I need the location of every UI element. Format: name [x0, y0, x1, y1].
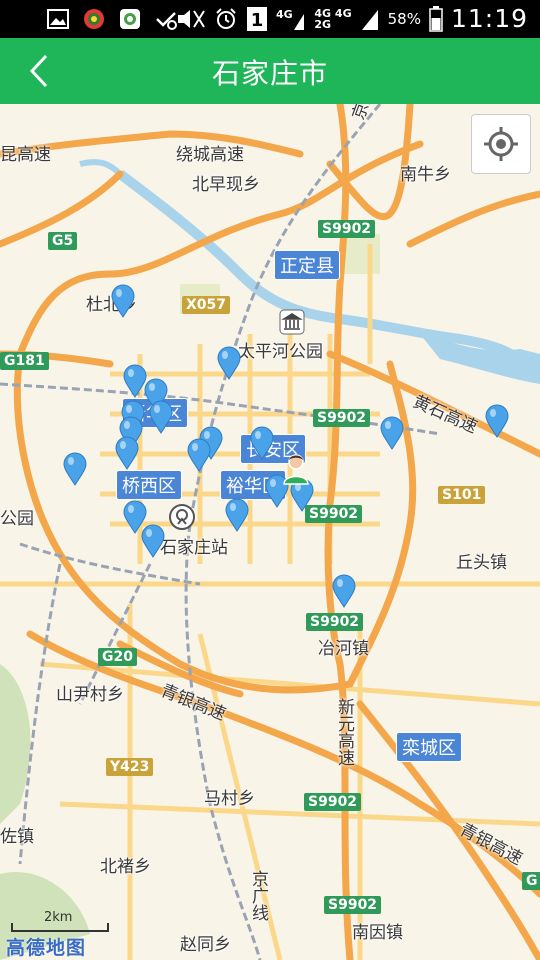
- store-app-icon: [120, 9, 140, 29]
- status-bar: 1 4G 4G 4G 2G 58% 11:19: [0, 0, 540, 38]
- place-label: 北早现乡: [192, 175, 260, 195]
- place-label: 丘头镇: [456, 553, 507, 573]
- station-pin[interactable]: [140, 524, 166, 558]
- route-shield: S9902: [304, 793, 362, 811]
- route-shield: S9902: [318, 220, 376, 238]
- station-pin[interactable]: [216, 346, 242, 380]
- place-label: 石家庄站: [160, 538, 228, 558]
- signal-icon-2: [361, 9, 378, 30]
- place-label: 冶河镇: [318, 639, 369, 659]
- district-label: 桥西区: [116, 470, 182, 500]
- route-shield: G181: [0, 352, 49, 370]
- district-label: 正定县: [274, 250, 340, 280]
- route-shield: S101: [438, 486, 486, 504]
- road-label: 京广线: [248, 870, 268, 921]
- station-pin[interactable]: [186, 438, 212, 472]
- gallery-icon: [47, 9, 69, 29]
- station-pin[interactable]: [249, 426, 275, 460]
- station-pin[interactable]: [224, 498, 250, 532]
- station-pin[interactable]: [379, 416, 405, 450]
- user-location-marker: [283, 454, 309, 485]
- park-icon[interactable]: [279, 309, 305, 335]
- clock: 11:19: [450, 4, 528, 33]
- station-pin[interactable]: [62, 452, 88, 486]
- route-shield: S9902: [313, 409, 371, 427]
- road-label: 绕城高速: [176, 145, 244, 165]
- battery-icon: [429, 5, 443, 32]
- page-title: 石家庄市: [211, 57, 328, 90]
- status-indicators: 1 4G 4G 4G 2G 58% 11:19: [176, 4, 528, 33]
- station-pin[interactable]: [148, 400, 174, 434]
- scale-label: 2km: [44, 910, 73, 925]
- route-shield: X057: [182, 296, 231, 314]
- road-label: 新元高速: [334, 698, 354, 766]
- vpn-icon: [156, 12, 177, 30]
- place-label: 北褚乡: [100, 857, 151, 877]
- place-label: 山尹村乡: [56, 685, 124, 705]
- route-shield: G5: [48, 232, 78, 250]
- place-label: 佐镇: [0, 827, 34, 847]
- amap-logo: 高德地图: [6, 937, 87, 959]
- mute-icon: [178, 9, 206, 28]
- route-shield: Y423: [106, 758, 154, 776]
- notification-icons: [46, 7, 178, 31]
- station-pin[interactable]: [114, 436, 140, 470]
- crosshair-icon: [484, 127, 518, 161]
- district-label: 栾城区: [396, 732, 462, 762]
- route-shield: G20: [98, 648, 137, 666]
- place-label: 南因镇: [352, 923, 403, 943]
- battery-percent: 58%: [387, 9, 421, 28]
- place-label: 公园: [0, 509, 34, 529]
- route-shield: S9902: [306, 613, 364, 631]
- train-station-icon[interactable]: [169, 504, 195, 530]
- locate-button[interactable]: [471, 114, 531, 174]
- sim-1-icon: 1: [247, 6, 268, 31]
- svg-text:1: 1: [251, 10, 264, 31]
- station-pin[interactable]: [110, 284, 136, 318]
- place-label: 太平河公园: [238, 342, 323, 362]
- road-label: 昆高速: [0, 145, 51, 165]
- place-label: 马村乡: [204, 789, 255, 809]
- browser-app-icon: [84, 9, 104, 29]
- station-pin[interactable]: [331, 574, 357, 608]
- network-type-bottom: 2G: [314, 17, 332, 31]
- app-bar: 石家庄市: [0, 38, 540, 104]
- network-type-top: 4G 4G: [314, 6, 352, 20]
- svg-text:4G: 4G: [276, 8, 293, 21]
- place-label: 赵同乡: [180, 935, 231, 955]
- place-label: 南牛乡: [400, 165, 451, 185]
- map-view[interactable]: 北早现乡 南牛乡 杜北乡 太平河公园 丘头镇 石家庄站 冶河镇 山尹村乡 马村乡…: [0, 104, 540, 960]
- signal-icon-1: 4G: [276, 8, 305, 30]
- station-pin[interactable]: [484, 404, 510, 438]
- route-shield: G: [522, 872, 540, 890]
- alarm-icon: [216, 7, 237, 29]
- route-shield: S9902: [324, 896, 382, 914]
